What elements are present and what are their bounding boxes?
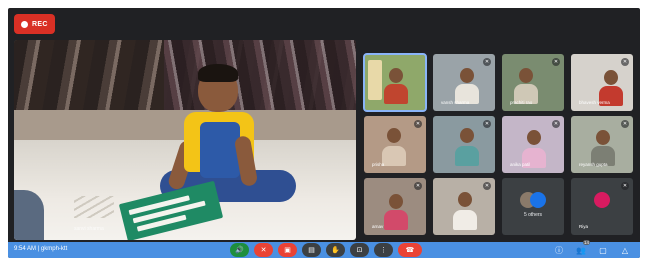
participant-tile-others[interactable]: 5 others — [502, 178, 564, 235]
mic-muted-icon: ✕ — [414, 182, 422, 190]
people-icon: 👥 — [576, 245, 586, 255]
main-speaker-video[interactable]: sanvi sharma — [14, 40, 356, 240]
participant-avatar — [594, 192, 610, 208]
participant-name: prachiti rao — [510, 100, 533, 105]
participant-name: vansh sharma — [441, 100, 470, 105]
mic-muted-icon: ✕ — [483, 182, 491, 190]
participant-tile[interactable]: ✕ anika patil — [502, 116, 564, 173]
people-button[interactable]: 👥 14 — [574, 240, 590, 257]
call-controls: 🔊 ✕ ▣ ▤ ✋ ⊡ ⋮ ☎ — [230, 243, 422, 257]
chat-icon: ▢ — [599, 245, 607, 255]
volume-button[interactable]: 🔊 — [230, 243, 249, 257]
raise-hand-icon: ✋ — [331, 246, 340, 254]
participant-tile[interactable]: ✕ arnav — [364, 178, 426, 235]
others-count: 5 others — [523, 212, 543, 218]
more-options-icon: ⋮ — [380, 246, 387, 254]
mic-muted-icon: ✕ — [621, 58, 629, 66]
participant-name: prisha — [372, 162, 385, 167]
mic-muted-icon: ✕ — [483, 58, 491, 66]
camera-toggle-button[interactable]: ▣ — [278, 243, 297, 257]
chat-button[interactable]: ▢ — [596, 243, 610, 257]
control-bar: 9:54 AM | gkmph-ktt 🔊 ✕ ▣ ▤ ✋ ⊡ ⋮ ☎ ⓘ 👥 … — [8, 240, 640, 258]
present-button[interactable]: ⊡ — [350, 243, 369, 257]
mic-muted-icon: ✕ — [621, 120, 629, 128]
camera-off-icon: ▣ — [284, 246, 291, 254]
raise-hand-button[interactable]: ✋ — [326, 243, 345, 257]
mic-toggle-button[interactable]: ✕ — [254, 243, 273, 257]
participant-name: bhavesh verma — [579, 100, 610, 105]
mic-muted-icon: ✕ — [414, 120, 422, 128]
participant-tile[interactable]: ✕ prachiti rao — [502, 54, 564, 111]
participant-count-badge: 14 — [582, 240, 590, 245]
mic-muted-icon: ✕ — [483, 120, 491, 128]
participant-tile[interactable]: ✕ — [433, 178, 495, 235]
end-call-icon: ☎ — [405, 246, 415, 254]
end-call-button[interactable]: ☎ — [398, 243, 422, 257]
participant-name: arnav — [372, 224, 384, 229]
participant-name: Riya — [579, 224, 589, 229]
recording-label: REC — [32, 20, 48, 28]
present-icon: ⊡ — [356, 246, 363, 254]
participant-grid: ✕ vansh sharma ✕ prachiti rao ✕ bhavesh … — [363, 53, 634, 236]
activities-button[interactable]: △ — [618, 243, 632, 257]
info-icon: ⓘ — [555, 245, 563, 255]
volume-icon: 🔊 — [235, 246, 244, 254]
child-hair — [198, 64, 238, 82]
mic-muted-icon: ✕ — [621, 182, 629, 190]
recording-indicator: REC — [14, 14, 55, 34]
meeting-details-button[interactable]: ⓘ — [552, 243, 566, 257]
participant-tile[interactable] — [363, 53, 427, 112]
mic-off-icon: ✕ — [260, 246, 267, 254]
meeting-time-code: 9:54 AM | gkmph-ktt — [14, 246, 68, 252]
participant-tile[interactable]: ✕ bhavesh verma — [571, 54, 633, 111]
mic-muted-icon: ✕ — [552, 120, 560, 128]
more-options-button[interactable]: ⋮ — [374, 243, 393, 257]
foreground-object — [14, 190, 44, 240]
main-speaker-name: sanvi sharma — [74, 226, 104, 232]
meeting-window: REC sanvi sharma ✕ vansh sharma ✕ prachi… — [8, 8, 640, 258]
captions-button[interactable]: ▤ — [302, 243, 321, 257]
participant-tile[interactable]: ✕ — [433, 116, 495, 173]
sticks-on-floor — [74, 196, 114, 218]
participant-tile[interactable]: ✕ Riya — [571, 178, 633, 235]
captions-icon: ▤ — [308, 246, 315, 254]
mic-muted-icon: ✕ — [552, 58, 560, 66]
background-curtain-right — [164, 40, 356, 110]
participant-name: anika patil — [510, 162, 531, 167]
others-avatar — [530, 192, 546, 208]
record-dot-icon — [21, 20, 28, 28]
participant-tile[interactable]: ✕ reyansh gupta — [571, 116, 633, 173]
activities-icon: △ — [621, 245, 629, 255]
child-overalls — [200, 122, 240, 178]
side-controls: ⓘ 👥 14 ▢ △ — [552, 240, 632, 257]
participant-name: reyansh gupta — [579, 162, 608, 167]
participant-tile[interactable]: ✕ prisha — [364, 116, 426, 173]
participant-tile[interactable]: ✕ vansh sharma — [433, 54, 495, 111]
